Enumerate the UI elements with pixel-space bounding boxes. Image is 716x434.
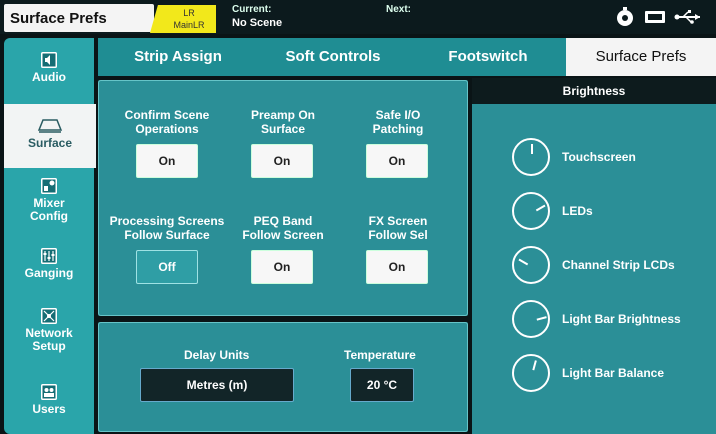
sidebar-item-users[interactable]: Users <box>4 384 94 416</box>
sidebar-item-label: Surface <box>27 136 73 150</box>
current-scene-value: No Scene <box>232 17 283 29</box>
fx-screen-label: FX Screen Follow Sel <box>333 214 463 242</box>
fx-screen-button[interactable]: On <box>366 250 428 284</box>
screen-title-box: Surface Prefs <box>4 4 154 32</box>
processing-screens-label-line1: Processing Screens <box>109 214 225 228</box>
temperature-label: Temperature <box>344 348 416 362</box>
tab-soft-controls[interactable]: Soft Controls <box>258 38 408 76</box>
sidebar-item-ganging[interactable]: Ganging <box>4 248 94 280</box>
light-bar-balance-knob[interactable] <box>512 354 550 392</box>
peq-band-label-line1: PEQ Band <box>253 214 313 228</box>
delay-units-selector[interactable]: Metres (m) <box>140 368 294 402</box>
lr-badge-line2: MainLR <box>173 20 205 30</box>
surface-icon <box>37 119 63 133</box>
status-icons <box>614 6 702 28</box>
confirm-scene-label: Confirm Scene Operations <box>102 108 232 136</box>
sidebar-item-mixer-config[interactable]: Mixer Config <box>4 178 94 223</box>
processing-screens-label-line2: Follow Surface <box>124 228 210 242</box>
network-icon <box>41 308 57 324</box>
safe-io-button[interactable]: On <box>366 144 428 178</box>
sidebar-item-label: Users <box>32 402 66 416</box>
confirm-scene-label-line1: Confirm Scene <box>124 108 210 122</box>
lr-main-badge[interactable]: LR MainLR <box>150 5 216 33</box>
memory-card-icon <box>645 11 665 23</box>
sidebar-item-label: Ganging <box>24 266 74 280</box>
processing-screens-label: Processing Screens Follow Surface <box>102 214 232 242</box>
tab-surface-prefs[interactable]: Surface Prefs <box>566 38 716 76</box>
confirm-scene-button[interactable]: On <box>136 144 198 178</box>
options-panel: Confirm Scene Operations On Preamp On Su… <box>96 78 470 318</box>
units-panel: Delay Units Metres (m) Temperature 20 °C <box>96 320 470 434</box>
light-bar-balance-label: Light Bar Balance <box>562 366 665 380</box>
knob-indicator <box>518 258 529 266</box>
preamp-surface-label: Preamp On Surface <box>218 108 348 136</box>
usb-icon <box>674 10 700 24</box>
safe-io-label-line2: Patching <box>372 122 424 136</box>
sidebar-item-audio[interactable]: Audio <box>4 52 94 84</box>
current-scene-label: Current: <box>232 4 272 15</box>
light-bar-brightness-knob[interactable] <box>512 300 550 338</box>
touchscreen-knob[interactable] <box>512 138 550 176</box>
users-icon <box>41 384 57 400</box>
channel-strip-lcds-knob[interactable] <box>512 246 550 284</box>
leds-knob[interactable] <box>512 192 550 230</box>
next-scene-label: Next: <box>386 4 412 15</box>
ganging-icon <box>41 248 57 264</box>
stopwatch-icon <box>617 7 633 26</box>
screen-title: Surface Prefs <box>10 10 107 27</box>
fx-screen-label-line1: FX Screen <box>368 214 428 228</box>
preamp-surface-label-line2: Surface <box>260 122 306 136</box>
peq-band-button[interactable]: On <box>251 250 313 284</box>
leds-label: LEDs <box>562 204 593 218</box>
sidebar-item-surface[interactable]: Surface <box>4 104 96 168</box>
delay-units-label: Delay Units <box>184 348 250 362</box>
speaker-icon <box>41 52 57 68</box>
sidebar-item-label: Audio <box>32 70 66 84</box>
mixer-config-icon <box>41 178 57 194</box>
brightness-header: Brightness <box>472 78 716 104</box>
lr-badge-line1: LR <box>183 8 195 18</box>
peq-band-label-line2: Follow Screen <box>242 228 324 242</box>
sidebar: Audio Surface Mixer Config Ganging Netwo… <box>4 38 96 434</box>
confirm-scene-label-line2: Operations <box>135 122 199 136</box>
channel-strip-lcds-label: Channel Strip LCDs <box>562 258 675 272</box>
brightness-panel: Brightness Touchscreen LEDs Channel Stri… <box>472 78 716 434</box>
touchscreen-label: Touchscreen <box>562 150 636 164</box>
temperature-field[interactable]: 20 °C <box>350 368 414 402</box>
safe-io-label-line1: Safe I/O <box>375 108 421 122</box>
tab-bar: Strip Assign Soft Controls Footswitch Su… <box>98 38 716 76</box>
preamp-surface-button[interactable]: On <box>251 144 313 178</box>
peq-band-label: PEQ Band Follow Screen <box>218 214 348 242</box>
sidebar-item-label: Mixer Config <box>30 196 68 223</box>
knob-indicator <box>532 360 537 371</box>
sidebar-item-network-setup[interactable]: Network Setup <box>4 308 94 353</box>
top-bar: Surface Prefs LR MainLR Current: No Scen… <box>0 0 716 34</box>
fx-screen-label-line2: Follow Sel <box>368 228 428 242</box>
knob-indicator <box>536 316 547 321</box>
tab-strip-assign[interactable]: Strip Assign <box>98 38 258 76</box>
processing-screens-button[interactable]: Off <box>136 250 198 284</box>
knob-indicator <box>531 144 533 154</box>
knob-indicator <box>535 204 546 212</box>
tab-footswitch[interactable]: Footswitch <box>408 38 568 76</box>
sidebar-item-label: Network Setup <box>25 326 73 353</box>
safe-io-label: Safe I/O Patching <box>333 108 463 136</box>
preamp-surface-label-line1: Preamp On <box>250 108 316 122</box>
light-bar-brightness-label: Light Bar Brightness <box>562 312 681 326</box>
